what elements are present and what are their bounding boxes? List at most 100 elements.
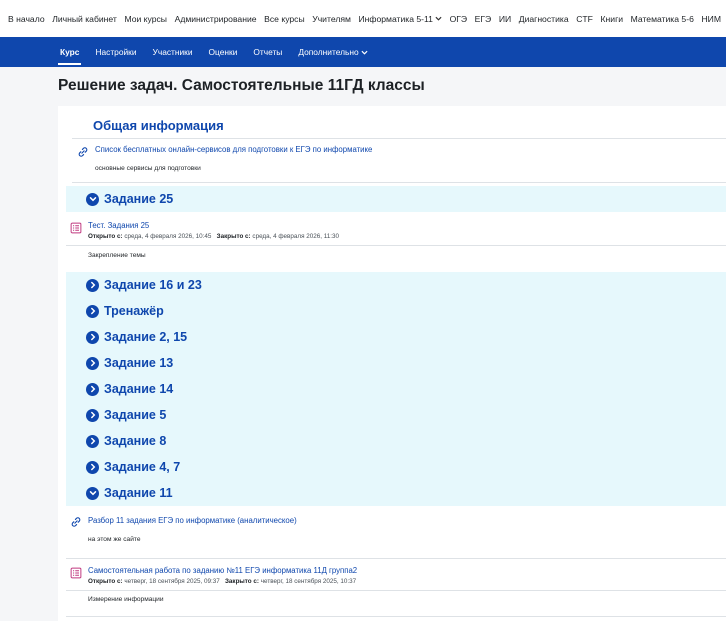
chevron-down-icon (86, 486, 99, 500)
section-title: Задание 5 (104, 408, 167, 422)
top-nav-my-courses[interactable]: Мои курсы (124, 14, 167, 24)
top-nav-label: Диагностика (518, 13, 569, 24)
divider (72, 182, 726, 183)
divider (66, 245, 726, 246)
url-description-11: на этом же сайте (88, 536, 141, 543)
section-header-2-15[interactable]: Задание 2, 15 (66, 324, 726, 350)
page-title: Решение задач. Самостоятельные 11ГД клас… (58, 77, 425, 94)
top-nav-all-courses[interactable]: Все курсы (264, 14, 305, 24)
top-nav-label: Все курсы (264, 13, 305, 24)
top-nav-ege[interactable]: ЕГЭ (475, 14, 492, 24)
tab-label: Курс (60, 47, 80, 57)
close-value: четверг, 18 сентября 2025, 10:37 (260, 578, 357, 585)
section-header-8[interactable]: Задание 8 (66, 428, 726, 454)
top-nav-math[interactable]: Математика 5-6 (631, 14, 694, 24)
divider (72, 138, 726, 139)
section-header-11[interactable]: Задание 11 (66, 480, 726, 506)
top-nav-label: ИИ (498, 13, 512, 24)
quiz-dates-25: Открыто с: среда, 4 февраля 2026, 10:45 … (88, 233, 339, 240)
section-header-14[interactable]: Задание 14 (66, 376, 726, 402)
close-label: Закрыто с: (216, 233, 251, 240)
general-resource-description: основные сервисы для подготовки (95, 165, 201, 172)
top-nav-label: CTF (576, 13, 593, 24)
url-link-11[interactable]: Разбор 11 задания ЕГЭ по информатике (ан… (88, 516, 297, 525)
tab-reports[interactable]: Отчеты (253, 37, 282, 67)
top-nav-informatics-dropdown[interactable]: Информатика 5-11 (359, 14, 442, 24)
top-nav-dashboard[interactable]: Личный кабинет (52, 14, 117, 24)
top-nav-ctf[interactable]: CTF (576, 14, 593, 24)
quiz-icon (70, 567, 82, 579)
chevron-right-icon (86, 460, 99, 474)
top-nav-ai[interactable]: ИИ (499, 14, 511, 24)
top-nav-label: В начало (8, 13, 45, 24)
quiz-link-11[interactable]: Самостоятельная работа по заданию №11 ЕГ… (88, 566, 357, 575)
chevron-down-icon (86, 192, 99, 206)
top-nav-diagnostics[interactable]: Диагностика (519, 14, 569, 24)
chevron-right-icon (86, 382, 99, 396)
section-title: Тренажёр (104, 304, 164, 318)
quiz-link-25[interactable]: Тест. Задания 25 (88, 221, 149, 230)
tab-label: Настройки (95, 47, 137, 57)
section-title: Задание 14 (104, 382, 174, 396)
section-title: Задание 2, 15 (104, 330, 188, 344)
quiz-description-11: Измерение информации (88, 596, 164, 603)
top-nav-label: Личный кабинет (52, 13, 117, 24)
section-header-trainer[interactable]: Тренажёр (66, 298, 726, 324)
tab-label: Дополнительно (298, 47, 359, 57)
section-header-13[interactable]: Задание 13 (66, 350, 726, 376)
chevron-right-icon (86, 408, 99, 422)
tab-more-dropdown[interactable]: Дополнительно (298, 37, 368, 67)
top-nav-label: Математика 5-6 (630, 13, 694, 24)
section-title: Задание 11 (104, 486, 173, 500)
tab-grades[interactable]: Оценки (209, 37, 238, 67)
chevron-right-icon (86, 330, 99, 344)
section-title: Задание 8 (104, 434, 167, 448)
open-label: Открыто с: (88, 233, 123, 240)
course-navigation: Курс Настройки Участники Оценки Отчеты Д… (0, 37, 726, 67)
section-title: Задание 4, 7 (104, 460, 181, 474)
tab-participants[interactable]: Участники (153, 37, 193, 67)
link-icon (71, 517, 81, 527)
tab-settings[interactable]: Настройки (95, 37, 136, 67)
top-nav-label: Учителям (312, 13, 351, 24)
section-header-16-23[interactable]: Задание 16 и 23 (66, 272, 726, 298)
section-header-5[interactable]: Задание 5 (66, 402, 726, 428)
chevron-right-icon (86, 434, 99, 448)
tab-label: Участники (152, 47, 193, 57)
divider (66, 558, 726, 559)
close-label: Закрыто с: (224, 578, 259, 585)
top-nav-administration[interactable]: Администрирование (175, 14, 257, 24)
tab-label: Оценки (208, 47, 238, 57)
section-header-4-7[interactable]: Задание 4, 7 (66, 454, 726, 480)
divider (66, 590, 726, 591)
quiz-icon (70, 222, 82, 234)
top-nav-label: Информатика 5-11 (358, 13, 433, 24)
section-title: Задание 25 (104, 192, 174, 206)
top-nav-teachers[interactable]: Учителям (312, 14, 351, 24)
close-value: среда, 4 февраля 2026, 11:30 (252, 233, 340, 240)
top-nav-oge[interactable]: ОГЭ (450, 14, 468, 24)
top-nav-nim[interactable]: НИМ (701, 14, 721, 24)
chevron-right-icon (86, 356, 99, 370)
section-header-25[interactable]: Задание 25 (66, 186, 726, 212)
quiz-dates-11: Открыто с: четверг, 18 сентября 2025, 09… (88, 578, 356, 585)
top-nav-label: НИМ (701, 13, 721, 24)
general-section-title[interactable]: Общая информация (93, 118, 224, 133)
top-nav-label: Мои курсы (124, 13, 167, 24)
top-nav-label: Книги (600, 13, 624, 24)
top-nav-home[interactable]: В начало (8, 14, 45, 24)
open-value: четверг, 18 сентября 2025, 09:37 (124, 578, 220, 585)
tab-course[interactable]: Курс (57, 37, 82, 67)
section-title: Задание 16 и 23 (104, 278, 202, 292)
top-nav-label: ЕГЭ (474, 13, 492, 24)
tab-label: Отчеты (253, 47, 283, 57)
open-value: среда, 4 февраля 2026, 10:45 (124, 233, 212, 240)
top-nav-label: Администрирование (174, 13, 257, 24)
top-navigation: В начало Личный кабинет Мои курсы Админи… (0, 0, 726, 37)
quiz-description-25: Закрепление темы (88, 252, 146, 259)
top-nav-label: ОГЭ (449, 13, 468, 24)
top-nav-books[interactable]: Книги (601, 14, 624, 24)
general-resource-link[interactable]: Список бесплатных онлайн-сервисов для по… (95, 145, 372, 154)
course-content: Общая информация Список бесплатных онлай… (58, 106, 726, 621)
chevron-right-icon (86, 304, 99, 318)
